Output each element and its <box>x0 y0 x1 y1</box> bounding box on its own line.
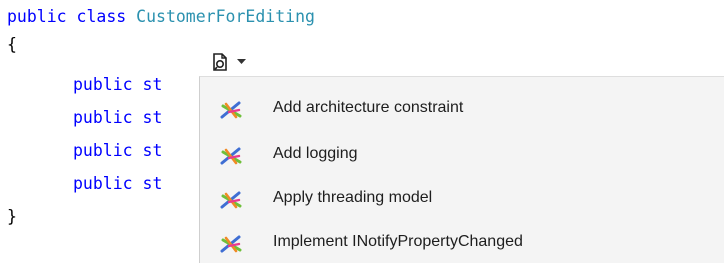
menu-item-label: Implement INotifyPropertyChanged <box>273 233 523 250</box>
menu-item-label: Add logging <box>273 145 358 162</box>
menu-item-add-architecture-constraint[interactable]: Add architecture constraint <box>200 88 724 128</box>
code-member-line-1: public st <box>73 75 163 94</box>
class-name: CustomerForEditing <box>136 7 315 26</box>
menu-item-label: Add architecture constraint <box>273 99 464 116</box>
aspect-tool-icon <box>220 101 242 119</box>
refactor-lightbulb-icon <box>213 53 227 71</box>
menu-item-label: Apply threading model <box>273 189 433 206</box>
menu-item-apply-threading-model[interactable]: Apply threading model <box>200 178 724 218</box>
code-line-class-declaration: public class CustomerForEditing <box>7 4 315 30</box>
actions-dropdown-menu: Add architecture constraint Add logging … <box>199 76 724 263</box>
aspect-tool-icon <box>220 147 242 165</box>
aspect-tool-icon <box>220 235 242 253</box>
code-member-line-4: public st <box>73 174 163 193</box>
code-close-brace: } <box>7 207 17 226</box>
chevron-down-icon <box>237 59 246 64</box>
smart-tag-button[interactable] <box>200 46 264 76</box>
code-member-line-2: public st <box>73 108 163 127</box>
menu-item-add-logging[interactable]: Add logging <box>200 134 724 174</box>
aspect-tool-icon <box>220 191 242 209</box>
code-member-line-3: public st <box>73 141 163 160</box>
keyword-public-class: public class <box>7 7 137 26</box>
menu-item-implement-inotifypropertychanged[interactable]: Implement INotifyPropertyChanged <box>200 222 724 262</box>
code-open-brace: { <box>7 35 17 54</box>
